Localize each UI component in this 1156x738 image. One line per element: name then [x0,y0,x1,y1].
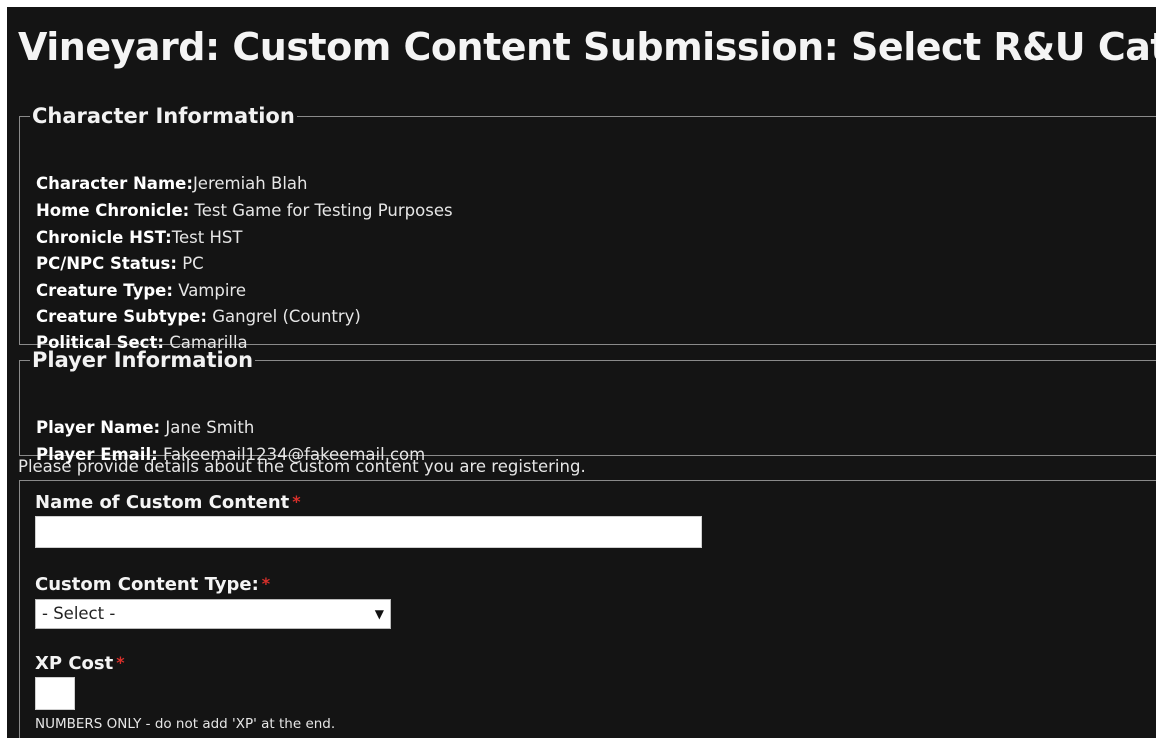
player-name-label: Player Name: [36,418,161,437]
custom-content-type-label: Custom Content Type: * [35,574,270,595]
creature-subtype-row: Creature Subtype: Gangrel (Country) [36,307,361,326]
character-name-value: Jeremiah Blah [192,174,308,193]
page-frame: Vineyard: Custom Content Submission: Sel… [7,7,1156,738]
player-information-legend: Player Information [32,348,254,372]
chevron-down-icon: ▼ [374,607,384,621]
creature-type-label: Creature Type: [36,281,173,300]
required-marker: * [116,653,125,672]
character-information-fieldset: Character Information Character Name:Jer… [19,104,1156,352]
xp-cost-label: XP Cost * [35,653,125,674]
player-information-fieldset: Player Information Player Name: Jane Smi… [19,348,1156,464]
creature-subtype-value: Gangrel (Country) [212,307,361,326]
character-name-label: Character Name: [36,174,193,193]
details-intro-text: Please provide details about the custom … [18,457,586,476]
page-title: Vineyard: Custom Content Submission: Sel… [18,25,1156,69]
player-name-value: Jane Smith [165,418,255,437]
character-name-row: Character Name:Jeremiah Blah [36,174,307,193]
custom-content-name-input[interactable] [35,516,702,548]
player-name-row: Player Name: Jane Smith [36,418,254,437]
xp-cost-label-text: XP Cost [35,653,114,674]
xp-cost-help-text: NUMBERS ONLY - do not add 'XP' at the en… [35,716,336,732]
required-marker: * [292,492,301,511]
home-chronicle-label: Home Chronicle: [36,201,190,220]
custom-content-type-label-text: Custom Content Type: [35,574,259,595]
custom-content-type-select[interactable]: - Select - ▼ [35,599,391,629]
home-chronicle-value: Test Game for Testing Purposes [194,201,453,220]
xp-cost-input[interactable] [35,677,75,710]
character-information-legend: Character Information [32,104,295,128]
home-chronicle-row: Home Chronicle: Test Game for Testing Pu… [36,201,453,220]
required-marker: * [261,574,271,593]
chronicle-hst-row: Chronicle HST:Test HST [36,228,242,247]
creature-type-row: Creature Type: Vampire [36,281,246,300]
pc-npc-status-row: PC/NPC Status: PC [36,254,204,273]
creature-type-value: Vampire [178,281,247,300]
pc-npc-status-label: PC/NPC Status: [36,254,177,273]
custom-content-form: Name of Custom Content * Custom Content T… [19,480,1156,738]
chronicle-hst-value: Test HST [171,228,243,247]
pc-npc-status-value: PC [182,254,204,273]
creature-subtype-label: Creature Subtype: [36,307,207,326]
custom-content-name-label-text: Name of Custom Content [35,492,290,513]
custom-content-name-label: Name of Custom Content * [35,492,301,513]
custom-content-type-selected-value: - Select - [42,604,116,623]
chronicle-hst-label: Chronicle HST: [36,228,172,247]
